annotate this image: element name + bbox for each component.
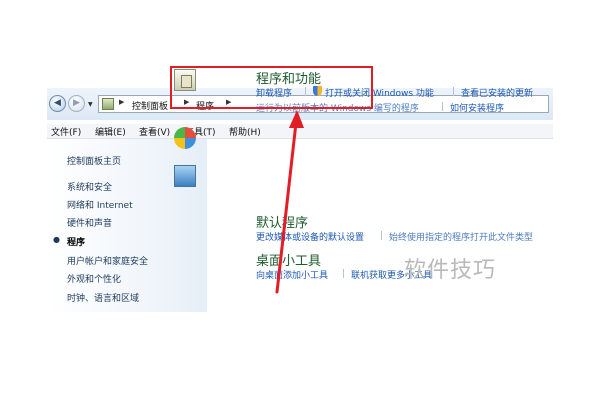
category-title-default-programs[interactable]: 默认程序 [256,212,308,231]
breadcrumb-control-panel[interactable]: 控制面板 [132,99,168,112]
menu-bar: 文件(F) 编辑(E) 查看(V) 工具(T) 帮助(H) [47,124,553,139]
link-how-to-install[interactable]: 如何安装程序 [450,101,504,114]
control-panel-icon [102,98,114,110]
link-installed-updates[interactable]: 查看已安装的更新 [461,86,533,99]
chevron-right-icon[interactable]: ▶ [119,98,124,106]
forward-arrow-icon[interactable]: ▶ [68,95,85,112]
link-change-media-defaults[interactable]: 更改媒体或设备的默认设置 [256,230,364,243]
desktop-gadgets-icon[interactable] [174,165,196,187]
history-dropdown-icon[interactable]: ▼ [88,101,93,108]
sidebar-item-network[interactable]: 网络和 Internet [67,198,133,211]
back-arrow-icon[interactable]: ◀ [49,95,66,112]
sidebar-item-system-security[interactable]: 系统和安全 [67,180,112,193]
menu-edit[interactable]: 编辑(E) [95,125,126,138]
link-separator [381,231,382,240]
link-separator [442,102,443,111]
category-title-desktop-gadgets[interactable]: 桌面小工具 [256,250,321,269]
sidebar-item-appearance[interactable]: 外观和个性化 [67,272,121,285]
sidebar-item-home[interactable]: 控制面板主页 [67,154,121,167]
current-item-bullet-icon: ● [53,235,60,244]
link-add-gadgets[interactable]: 向桌面添加小工具 [256,268,328,281]
menu-file[interactable]: 文件(F) [51,125,81,138]
sidebar-item-clock-language[interactable]: 时钟、语言和区域 [67,291,139,304]
sidebar-item-user-accounts[interactable]: 用户帐户和家庭安全 [67,254,148,267]
menu-help[interactable]: 帮助(H) [229,125,261,138]
default-programs-icon[interactable] [174,127,196,149]
link-file-type-association[interactable]: 始终使用指定的程序打开此文件类型 [389,230,533,243]
highlight-box [170,66,373,109]
link-separator [453,87,454,96]
link-separator [343,269,344,278]
sidebar-item-programs[interactable]: 程序 [67,235,85,248]
watermark-text: 软件技巧 [404,258,497,283]
menu-view[interactable]: 查看(V) [139,125,170,138]
sidebar-item-hardware-sound[interactable]: 硬件和声音 [67,216,112,229]
